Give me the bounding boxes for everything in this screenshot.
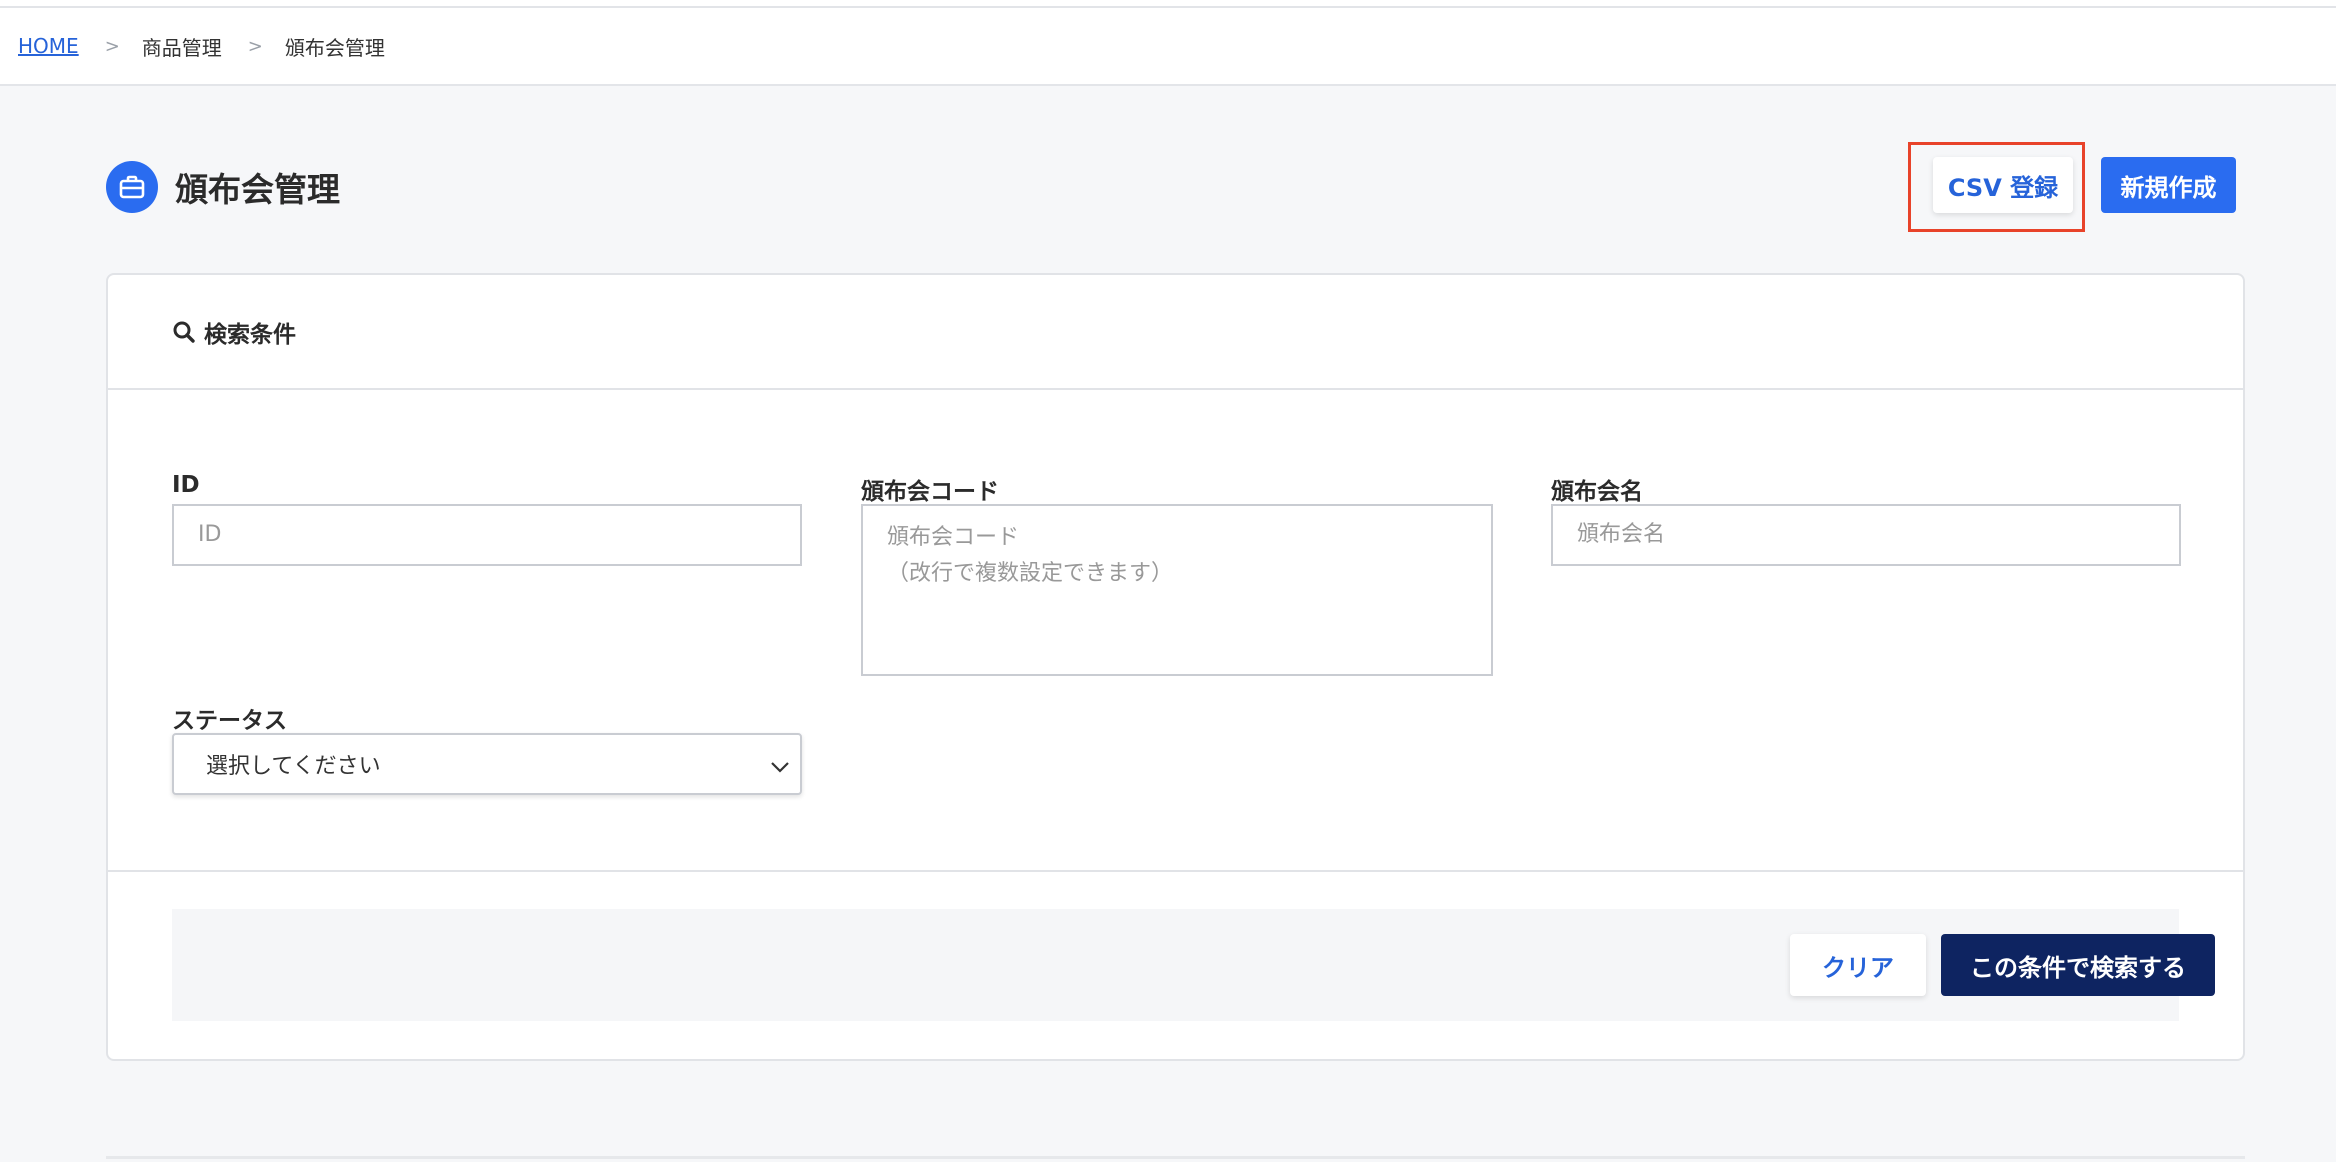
search-panel-title: 検索条件 (204, 321, 296, 348)
id-input[interactable]: ID (172, 504, 802, 566)
search-panel-header: 検索条件 (108, 275, 2243, 390)
search-actions: クリア この条件で検索する (172, 909, 2215, 1021)
csv-register-button[interactable]: CSV 登録 (1933, 157, 2073, 213)
divider (108, 870, 2243, 872)
create-new-button[interactable]: 新規作成 (2101, 157, 2236, 213)
page-title: 頒布会管理 (175, 170, 340, 209)
search-icon (172, 320, 196, 344)
subscription-code-label: 頒布会コード (861, 479, 999, 505)
breadcrumb-separator: > (104, 35, 120, 57)
status-select-value: 選択してください (206, 754, 381, 779)
status-label: ステータス (172, 708, 287, 734)
breadcrumb-item-current: 頒布会管理 (284, 35, 385, 60)
subscription-code-textarea[interactable]: 頒布会コード （改行で複数設定できます） (861, 504, 1493, 676)
id-label: ID (172, 472, 200, 498)
search-panel: 検索条件 ID ID 頒布会コード 頒布会コード （改行で複数設定できます） 頒… (106, 273, 2245, 1061)
briefcase-icon (106, 161, 158, 213)
divider (106, 1156, 2245, 1159)
breadcrumb: HOME > 商品管理 > 頒布会管理 (0, 8, 2336, 86)
search-submit-button[interactable]: この条件で検索する (1941, 934, 2215, 996)
chevron-down-icon (770, 755, 790, 780)
top-border (0, 0, 2336, 8)
breadcrumb-home-link[interactable]: HOME (18, 34, 79, 58)
status-select[interactable]: 選択してください (172, 733, 802, 795)
page-header: 頒布会管理 (106, 152, 340, 222)
breadcrumb-separator: > (247, 35, 263, 57)
subscription-name-input[interactable]: 頒布会名 (1551, 504, 2181, 566)
clear-button[interactable]: クリア (1790, 934, 1926, 996)
breadcrumb-item-product-management[interactable]: 商品管理 (142, 32, 222, 61)
subscription-name-label: 頒布会名 (1551, 479, 1643, 505)
